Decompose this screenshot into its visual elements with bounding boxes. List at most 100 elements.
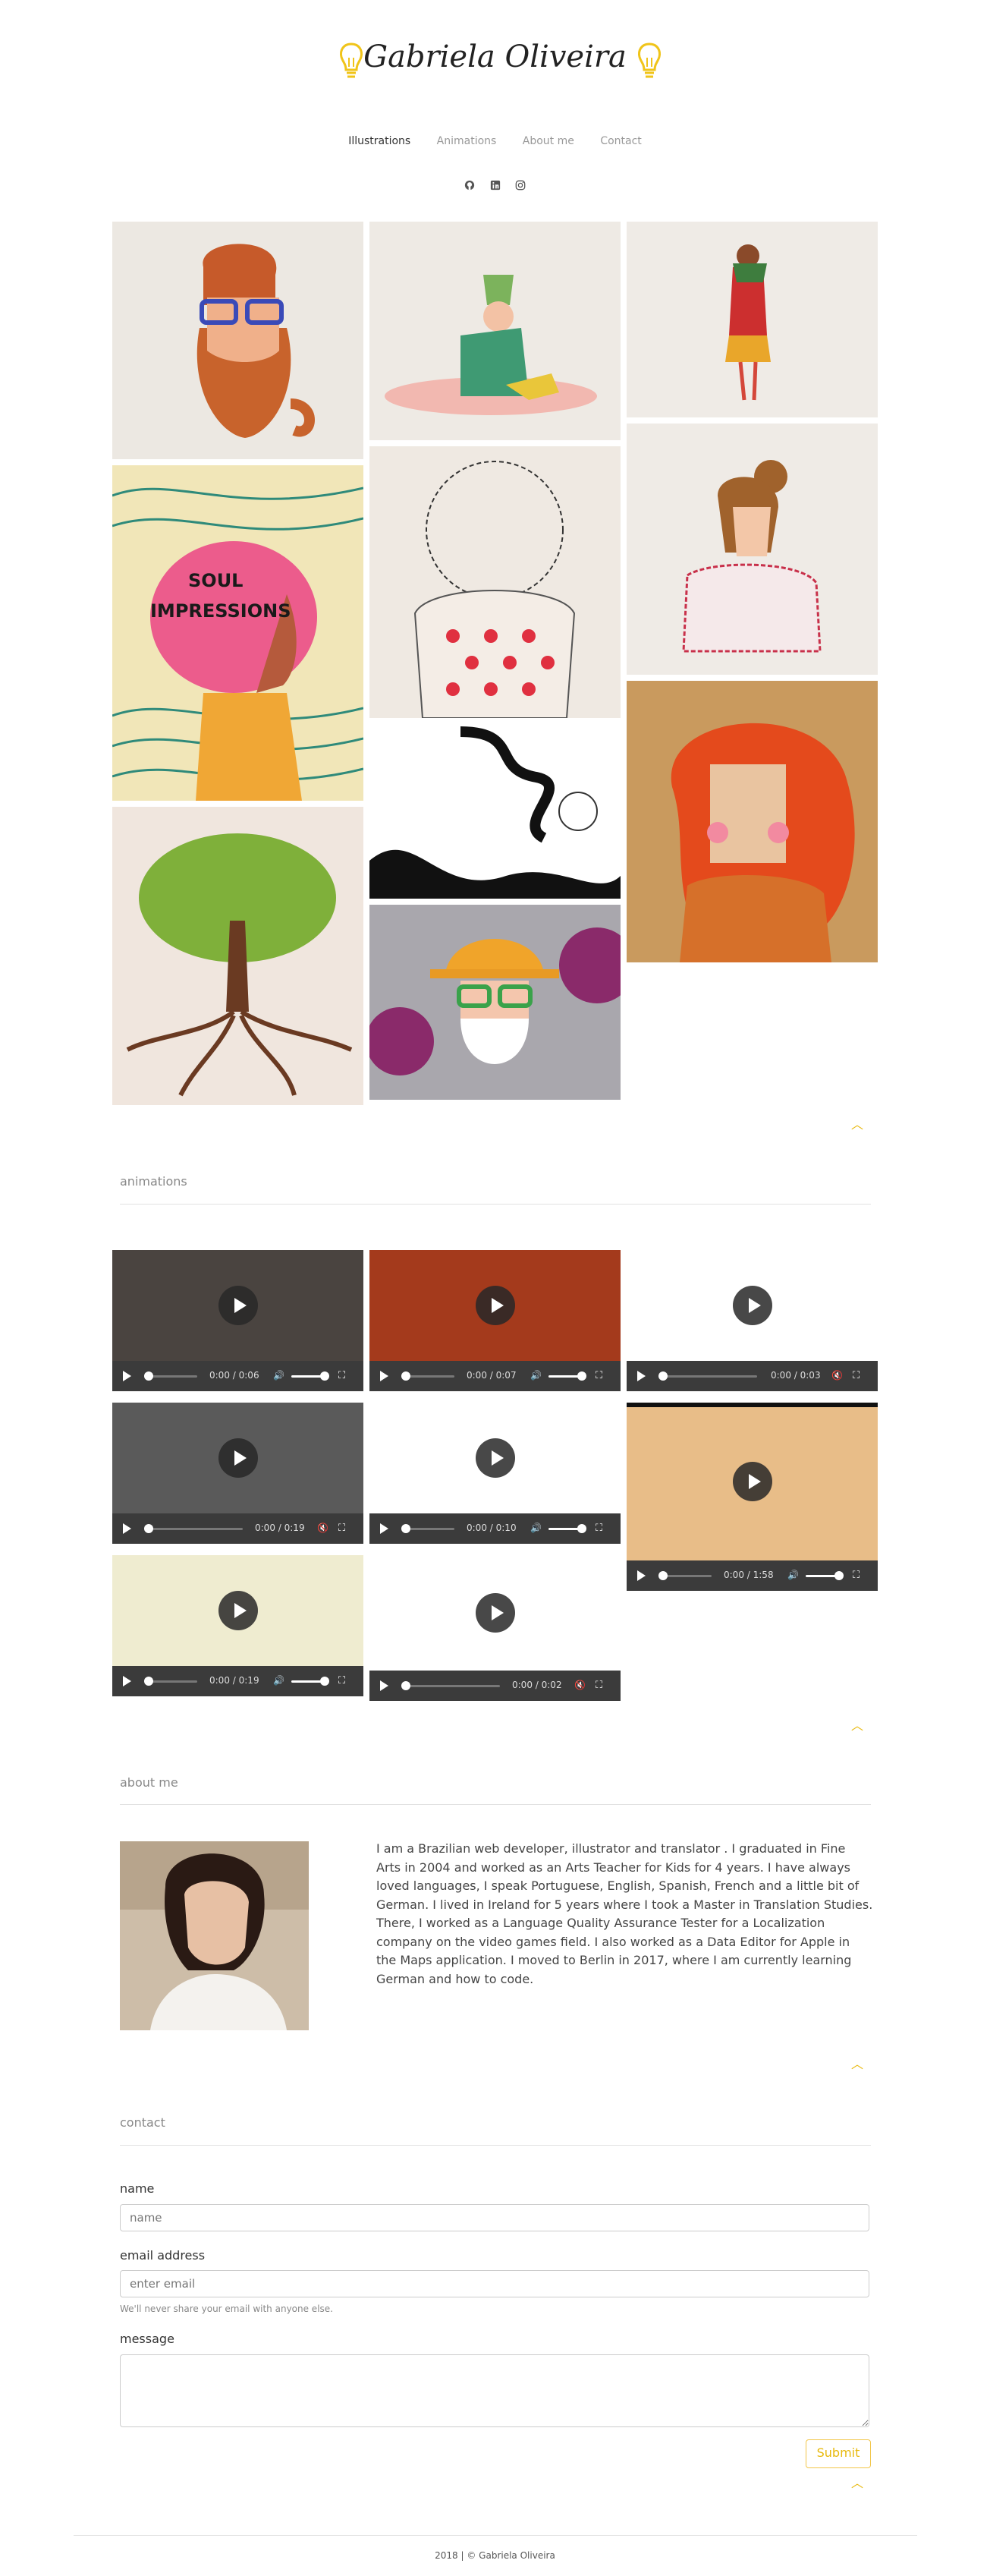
- nav-animations[interactable]: Animations: [437, 135, 497, 147]
- illustration-green-elf[interactable]: [369, 222, 621, 440]
- volume-icon[interactable]: 🔊: [530, 1523, 542, 1535]
- name-input[interactable]: [120, 2204, 869, 2231]
- seek-bar[interactable]: [658, 1375, 757, 1378]
- volume-icon[interactable]: 🔊: [273, 1370, 285, 1382]
- impressions-text: IMPRESSIONS: [150, 600, 291, 622]
- play-icon[interactable]: [218, 1286, 258, 1325]
- volume-handle[interactable]: [577, 1371, 586, 1381]
- section-title-animations: animations: [120, 1174, 187, 1189]
- video-player[interactable]: 0:00 / 1:58 🔊 ⛶: [627, 1403, 878, 1591]
- play-icon[interactable]: [475, 1438, 515, 1478]
- message-label: message: [120, 2332, 174, 2346]
- video-player[interactable]: 0:00 / 0:03 🔇 ⛶: [627, 1250, 878, 1391]
- nav-contact[interactable]: Contact: [600, 135, 641, 147]
- email-input[interactable]: [120, 2270, 869, 2297]
- play-button[interactable]: [123, 1371, 131, 1381]
- fullscreen-icon[interactable]: ⛶: [853, 1370, 865, 1382]
- illustration-tree[interactable]: [112, 807, 363, 1105]
- submit-button[interactable]: Submit: [806, 2439, 871, 2468]
- seek-handle[interactable]: [401, 1371, 410, 1381]
- fullscreen-icon[interactable]: ⛶: [596, 1523, 608, 1535]
- video-player[interactable]: 0:00 / 0:06 🔊 ⛶: [112, 1250, 363, 1391]
- volume-icon[interactable]: 🔊: [530, 1370, 542, 1382]
- seek-bar[interactable]: [401, 1685, 500, 1687]
- about-text: I am a Brazilian web developer, illustra…: [376, 1841, 873, 1986]
- back-to-top-icon[interactable]: ︿: [850, 1114, 865, 1132]
- illustration-girl-hearts[interactable]: [369, 446, 621, 718]
- play-icon[interactable]: [218, 1591, 258, 1630]
- volume-handle[interactable]: [320, 1371, 329, 1381]
- play-button[interactable]: [123, 1676, 131, 1686]
- duration: 0:10: [495, 1523, 517, 1533]
- fullscreen-icon[interactable]: ⛶: [338, 1675, 350, 1687]
- volume-icon[interactable]: 🔊: [787, 1570, 800, 1582]
- seek-bar[interactable]: [144, 1528, 243, 1530]
- back-to-top-icon[interactable]: ︿: [850, 2054, 865, 2072]
- illustration-girl-scarf[interactable]: [627, 222, 878, 417]
- volume-icon[interactable]: 🔊: [273, 1675, 285, 1687]
- illustration-smoke-girl[interactable]: [369, 724, 621, 899]
- fullscreen-icon[interactable]: ⛶: [338, 1370, 350, 1382]
- video-player[interactable]: 0:00 / 0:02 🔇 ⛶: [369, 1555, 621, 1701]
- play-button[interactable]: [123, 1523, 131, 1534]
- volume-handle[interactable]: [320, 1677, 329, 1686]
- duration: 1:58: [753, 1570, 774, 1580]
- duration: 0:02: [541, 1680, 562, 1690]
- video-player[interactable]: 0:00 / 0:10 🔊 ⛶: [369, 1403, 621, 1544]
- seek-handle[interactable]: [401, 1681, 410, 1690]
- message-textarea[interactable]: [120, 2354, 869, 2427]
- video-controls: 0:00 / 0:02 🔇 ⛶: [369, 1671, 621, 1701]
- play-icon[interactable]: [218, 1438, 258, 1478]
- seek-handle[interactable]: [658, 1571, 668, 1580]
- current-time: 0:00: [467, 1370, 487, 1381]
- play-button[interactable]: [380, 1523, 388, 1534]
- illustration-woman-bun[interactable]: [627, 424, 878, 675]
- play-icon[interactable]: [732, 1462, 772, 1501]
- fullscreen-icon[interactable]: ⛶: [596, 1680, 608, 1692]
- back-to-top-icon[interactable]: ︿: [850, 2473, 865, 2491]
- github-icon[interactable]: [464, 180, 476, 192]
- divider: [120, 1204, 871, 1205]
- muted-icon[interactable]: 🔇: [317, 1523, 329, 1535]
- play-icon[interactable]: [475, 1593, 515, 1633]
- video-controls: 0:00 / 0:19 🔊 ⛶: [112, 1666, 363, 1696]
- profile-photo: [120, 1841, 309, 2030]
- video-controls: 0:00 / 1:58 🔊 ⛶: [627, 1560, 878, 1591]
- illustration-soul-impressions[interactable]: SOUL IMPRESSIONS: [112, 465, 363, 801]
- volume-handle[interactable]: [577, 1524, 586, 1533]
- fullscreen-icon[interactable]: ⛶: [338, 1523, 350, 1535]
- fullscreen-icon[interactable]: ⛶: [853, 1570, 865, 1582]
- play-button[interactable]: [380, 1680, 388, 1691]
- play-icon[interactable]: [475, 1286, 515, 1325]
- video-controls: 0:00 / 0:10 🔊 ⛶: [369, 1513, 621, 1544]
- play-button[interactable]: [637, 1570, 646, 1581]
- illustration-redhead[interactable]: [627, 681, 878, 962]
- fullscreen-icon[interactable]: ⛶: [596, 1370, 608, 1382]
- seek-handle[interactable]: [658, 1371, 668, 1381]
- muted-icon[interactable]: 🔇: [574, 1680, 586, 1692]
- video-player[interactable]: 0:00 / 0:07 🔊 ⛶: [369, 1250, 621, 1391]
- video-player[interactable]: 0:00 / 0:19 🔊 ⛶: [112, 1555, 363, 1696]
- play-button[interactable]: [637, 1371, 646, 1381]
- divider: [74, 2535, 917, 2536]
- illustration-bearded-man[interactable]: [112, 222, 363, 459]
- seek-handle[interactable]: [144, 1371, 153, 1381]
- seek-handle[interactable]: [144, 1524, 153, 1533]
- play-icon[interactable]: [732, 1286, 772, 1325]
- seek-handle[interactable]: [401, 1524, 410, 1533]
- nav-about-me[interactable]: About me: [523, 135, 574, 147]
- site-title[interactable]: Gabriela Oliveira: [0, 39, 990, 74]
- back-to-top-icon[interactable]: ︿: [850, 1715, 865, 1734]
- video-controls: 0:00 / 0:06 🔊 ⛶: [112, 1361, 363, 1391]
- muted-icon[interactable]: 🔇: [831, 1370, 844, 1382]
- instagram-icon[interactable]: [514, 180, 526, 192]
- nav-illustrations[interactable]: Illustrations: [348, 135, 410, 147]
- volume-handle[interactable]: [834, 1571, 844, 1580]
- linkedin-icon[interactable]: [489, 180, 501, 192]
- play-button[interactable]: [380, 1371, 388, 1381]
- footer-text: 2018 | © Gabriela Oliveira: [435, 2550, 555, 2561]
- email-label: email address: [120, 2248, 206, 2263]
- seek-handle[interactable]: [144, 1677, 153, 1686]
- illustration-old-man-hat[interactable]: [369, 905, 621, 1100]
- video-player[interactable]: 0:00 / 0:19 🔇 ⛶: [112, 1403, 363, 1544]
